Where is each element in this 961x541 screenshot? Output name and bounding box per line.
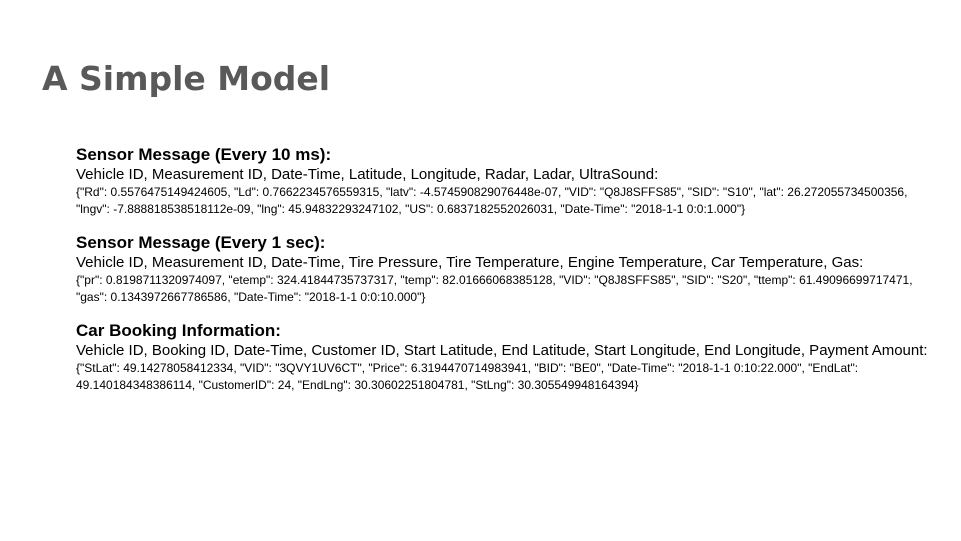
section-json-example: {"Rd": 0.5576475149424605, "Ld": 0.76622… bbox=[76, 185, 908, 216]
section-fields: Vehicle ID, Measurement ID, Date-Time, L… bbox=[76, 166, 659, 183]
section-fields: Vehicle ID, Booking ID, Date-Time, Custo… bbox=[76, 342, 928, 359]
slide-title: A Simple Model bbox=[42, 59, 331, 98]
section-sensor-1sec: Sensor Message (Every 1 sec): Vehicle ID… bbox=[76, 232, 936, 306]
section-title: Sensor Message (Every 10 ms): bbox=[76, 145, 332, 164]
section-title: Car Booking Information: bbox=[76, 321, 281, 340]
section-car-booking: Car Booking Information: Vehicle ID, Boo… bbox=[76, 320, 936, 394]
slide-content: Sensor Message (Every 10 ms): Vehicle ID… bbox=[76, 144, 936, 394]
section-json-example: {"StLat": 49.14278058412334, "VID": "3QV… bbox=[76, 361, 859, 392]
section-json-example: {"pr": 0.8198711320974097, "etemp": 324.… bbox=[76, 273, 913, 304]
section-sensor-10ms: Sensor Message (Every 10 ms): Vehicle ID… bbox=[76, 144, 936, 218]
section-fields: Vehicle ID, Measurement ID, Date-Time, T… bbox=[76, 254, 864, 271]
section-title: Sensor Message (Every 1 sec): bbox=[76, 233, 326, 252]
